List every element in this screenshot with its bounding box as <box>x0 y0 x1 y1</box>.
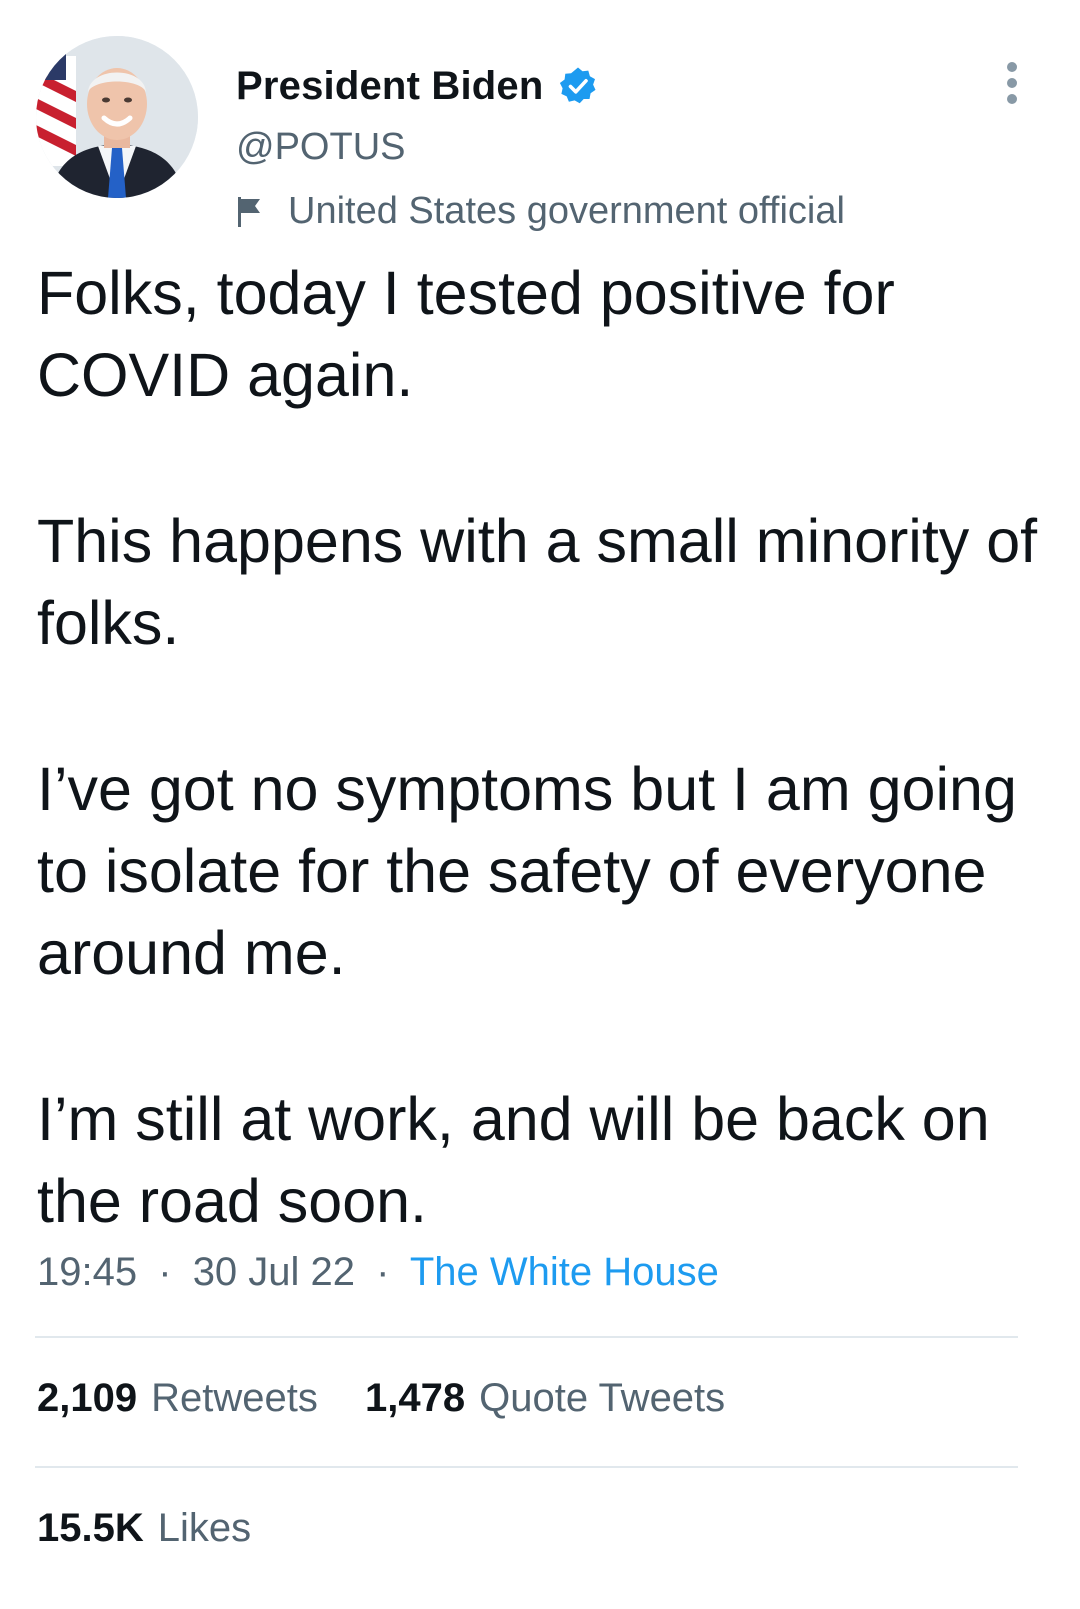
divider <box>35 1336 1018 1338</box>
more-dot <box>1007 78 1017 88</box>
retweets-label: Retweets <box>151 1376 318 1420</box>
likes-label: Likes <box>157 1506 252 1550</box>
author-handle[interactable]: @POTUS <box>236 126 405 169</box>
author-display-name[interactable]: President Biden <box>236 64 544 109</box>
tweet-detail: President Biden @POTUS United States gov… <box>0 0 1080 1609</box>
likes-count: 15.5K <box>37 1506 144 1550</box>
account-label[interactable]: United States government official <box>234 186 845 236</box>
meta-separator: · <box>376 1250 390 1294</box>
tweet-text: Folks, today I tested positive for COVID… <box>37 252 1047 1242</box>
quote-tweets-label: Quote Tweets <box>479 1376 726 1420</box>
flag-icon <box>238 197 260 227</box>
account-label-text: United States government official <box>288 189 845 232</box>
avatar-portrait-icon <box>36 36 198 198</box>
tweet-date[interactable]: 30 Jul 22 <box>193 1250 355 1294</box>
tweet-paragraph: Folks, today I tested positive for COVID… <box>37 259 895 409</box>
quote-tweets-count: 1,478 <box>364 1376 466 1420</box>
tweet-meta: 19:45 · 30 Jul 22 · The White House <box>37 1250 719 1295</box>
more-options-button[interactable] <box>1000 62 1024 104</box>
avatar[interactable] <box>36 36 198 198</box>
more-dot <box>1007 94 1017 104</box>
divider <box>35 1466 1018 1468</box>
tweet-source-link[interactable]: The White House <box>410 1250 719 1294</box>
verified-badge-icon <box>559 67 596 104</box>
likes-stat[interactable]: 15.5K Likes <box>37 1506 251 1551</box>
tweet-paragraph: This happens with a small minority of fo… <box>37 507 1038 657</box>
tweet-paragraph: I’m still at work, and will be back on t… <box>37 1085 990 1235</box>
meta-separator: · <box>158 1250 172 1294</box>
retweets-stat[interactable]: 2,109 Retweets <box>37 1376 318 1421</box>
quote-tweets-stat[interactable]: 1,478 Quote Tweets <box>365 1376 725 1421</box>
author-name-row: President Biden <box>236 58 598 114</box>
retweets-count: 2,109 <box>37 1376 138 1420</box>
more-vertical-icon <box>1007 62 1017 72</box>
flag-background-graphic <box>36 46 76 166</box>
tweet-paragraph: I’ve got no symptoms but I am going to i… <box>37 755 1017 987</box>
tweet-time[interactable]: 19:45 <box>37 1250 137 1294</box>
tweet-stats: 2,109 Retweets 1,478 Quote Tweets <box>37 1376 725 1421</box>
likes-row: 15.5K Likes <box>37 1506 251 1551</box>
